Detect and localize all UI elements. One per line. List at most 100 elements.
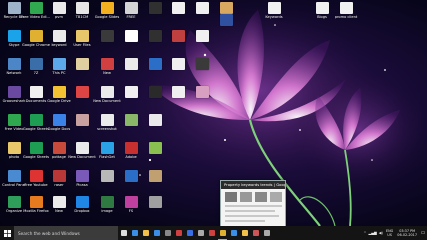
desktop[interactable]: Recycle Bin Skype Network Grooveshark Free V…: [0, 0, 427, 226]
desktop-icon[interactable]: [143, 114, 167, 138]
desktop-icon[interactable]: FlashGet: [95, 142, 119, 166]
desktop-icon[interactable]: Mozilla Firefox: [23, 196, 49, 220]
desktop-icon[interactable]: Recycle Bin: [2, 2, 26, 26]
desktop-icon[interactable]: keyword: [47, 30, 71, 54]
desktop-icon[interactable]: [143, 142, 167, 166]
desktop-icon[interactable]: [95, 170, 119, 194]
taskbar-app-button[interactable]: [250, 226, 261, 240]
desktop-icon[interactable]: Google Sheets: [23, 142, 49, 166]
desktop-icon[interactable]: [190, 30, 214, 54]
taskbar-app-button[interactable]: [228, 226, 239, 240]
desktop-icon[interactable]: [143, 2, 167, 26]
desktop-icon[interactable]: [166, 30, 190, 54]
desktop-icon[interactable]: Control Panel: [2, 170, 26, 194]
taskbar-app-button[interactable]: [217, 226, 228, 240]
desktop-icon[interactable]: [143, 30, 167, 54]
taskbar-search-box[interactable]: Search the web and Windows: [14, 226, 118, 240]
desktop-icon[interactable]: Google Slides: [95, 2, 119, 26]
document-icon: [171, 2, 185, 14]
desktop-icon[interactable]: Adobe: [119, 142, 143, 166]
network-icon[interactable]: ▂▄▆: [369, 231, 377, 235]
desktop-icon[interactable]: [70, 114, 94, 138]
desktop-icon[interactable]: [166, 58, 190, 82]
taskbar-app-button[interactable]: [118, 226, 129, 240]
desktop-icon[interactable]: Google Docs: [47, 114, 71, 138]
desktop-icon[interactable]: [119, 58, 143, 82]
desktop-icon[interactable]: [119, 30, 143, 54]
desktop-icon[interactable]: Free Video Editor: [21, 2, 51, 26]
tray-chevron-icon[interactable]: ^: [363, 231, 366, 235]
app-icon: [75, 114, 89, 126]
desktop-icon[interactable]: pvm: [47, 2, 71, 26]
desktop-icon[interactable]: 7Z: [24, 58, 48, 82]
desktop-icon[interactable]: [70, 86, 94, 110]
volume-icon[interactable]: ◀): [379, 231, 383, 235]
desktop-icon[interactable]: [214, 14, 238, 38]
desktop-icon[interactable]: screenshot: [95, 114, 119, 138]
desktop-icon[interactable]: Google Sheets: [23, 114, 49, 138]
desktop-icon[interactable]: Google Chrome: [22, 30, 50, 54]
desktop-icon[interactable]: Free Youtube: [24, 170, 48, 194]
desktop-icon[interactable]: pottage: [47, 142, 71, 166]
taskbar-app-button[interactable]: [239, 226, 250, 240]
desktop-icon[interactable]: User Files: [70, 30, 94, 54]
desktop-icon[interactable]: [166, 86, 190, 110]
input-language[interactable]: ENG US: [384, 229, 395, 237]
app-icon: [124, 86, 138, 98]
desktop-icon[interactable]: Network: [2, 58, 26, 82]
taskbar-app-button[interactable]: [184, 226, 195, 240]
desktop-icon[interactable]: New Document: [68, 142, 96, 166]
desktop-icon[interactable]: image: [95, 196, 119, 220]
desktop-icon[interactable]: Grooveshark: [2, 86, 26, 110]
desktop-icon[interactable]: TB1CM: [70, 2, 94, 26]
start-button[interactable]: [0, 226, 14, 240]
desktop-icon[interactable]: [119, 170, 143, 194]
desktop-icon[interactable]: [190, 58, 214, 82]
desktop-icon[interactable]: [119, 114, 143, 138]
desktop-icon[interactable]: [190, 2, 214, 26]
document-icon: [267, 2, 281, 14]
desktop-icon[interactable]: New: [95, 58, 119, 82]
taskbar-app-button[interactable]: [140, 226, 151, 240]
desktop-icon[interactable]: Skype: [2, 30, 26, 54]
desktop-icon[interactable]: promo client: [334, 2, 358, 26]
action-center-icon[interactable]: ▭: [419, 226, 427, 240]
app-icon: [230, 230, 237, 236]
desktop-icon[interactable]: Organize: [2, 196, 26, 220]
desktop-icon[interactable]: Blogs: [310, 2, 334, 26]
taskbar-app-button[interactable]: [195, 226, 206, 240]
window-thumbnail-preview[interactable]: Property keywords trends | Google...: [220, 180, 286, 226]
desktop-icon[interactable]: FS: [119, 196, 143, 220]
firefox-icon: [29, 196, 43, 208]
desktop-icon[interactable]: raser: [47, 170, 71, 194]
taskbar-app-button[interactable]: [151, 226, 162, 240]
desktop-icon[interactable]: Dropbox: [70, 196, 94, 220]
desktop-icon[interactable]: [119, 86, 143, 110]
desktop-icon[interactable]: [143, 58, 167, 82]
taskbar-app-button[interactable]: [261, 226, 272, 240]
taskbar-app-button[interactable]: [129, 226, 140, 240]
desktop-icon[interactable]: [166, 2, 190, 26]
app-icon: [148, 142, 162, 154]
desktop-icon[interactable]: photo: [2, 142, 26, 166]
desktop-icon[interactable]: Free Video: [2, 114, 26, 138]
desktop-icon[interactable]: [143, 170, 167, 194]
desktop-icon[interactable]: New: [47, 196, 71, 220]
desktop-icon[interactable]: Picasa: [70, 170, 94, 194]
taskbar-app-button[interactable]: [206, 226, 217, 240]
desktop-icon[interactable]: Keywords: [262, 2, 286, 26]
desktop-icon[interactable]: New Document: [93, 86, 121, 110]
desktop-icon[interactable]: [70, 58, 94, 82]
desktop-icon[interactable]: Documents: [24, 86, 48, 110]
desktop-icon[interactable]: [190, 86, 214, 110]
desktop-icon[interactable]: FREE: [119, 2, 143, 26]
taskbar-app-button[interactable]: [173, 226, 184, 240]
desktop-icon[interactable]: [143, 196, 167, 220]
taskbar-app-button[interactable]: [162, 226, 173, 240]
folder-icon: [7, 142, 21, 154]
desktop-icon[interactable]: This PC: [47, 58, 71, 82]
desktop-icon[interactable]: [95, 30, 119, 54]
desktop-icon[interactable]: Google Drive: [47, 86, 71, 110]
desktop-icon[interactable]: [143, 86, 167, 110]
clock[interactable]: 03:37 PM 06-02-2017: [395, 229, 419, 237]
